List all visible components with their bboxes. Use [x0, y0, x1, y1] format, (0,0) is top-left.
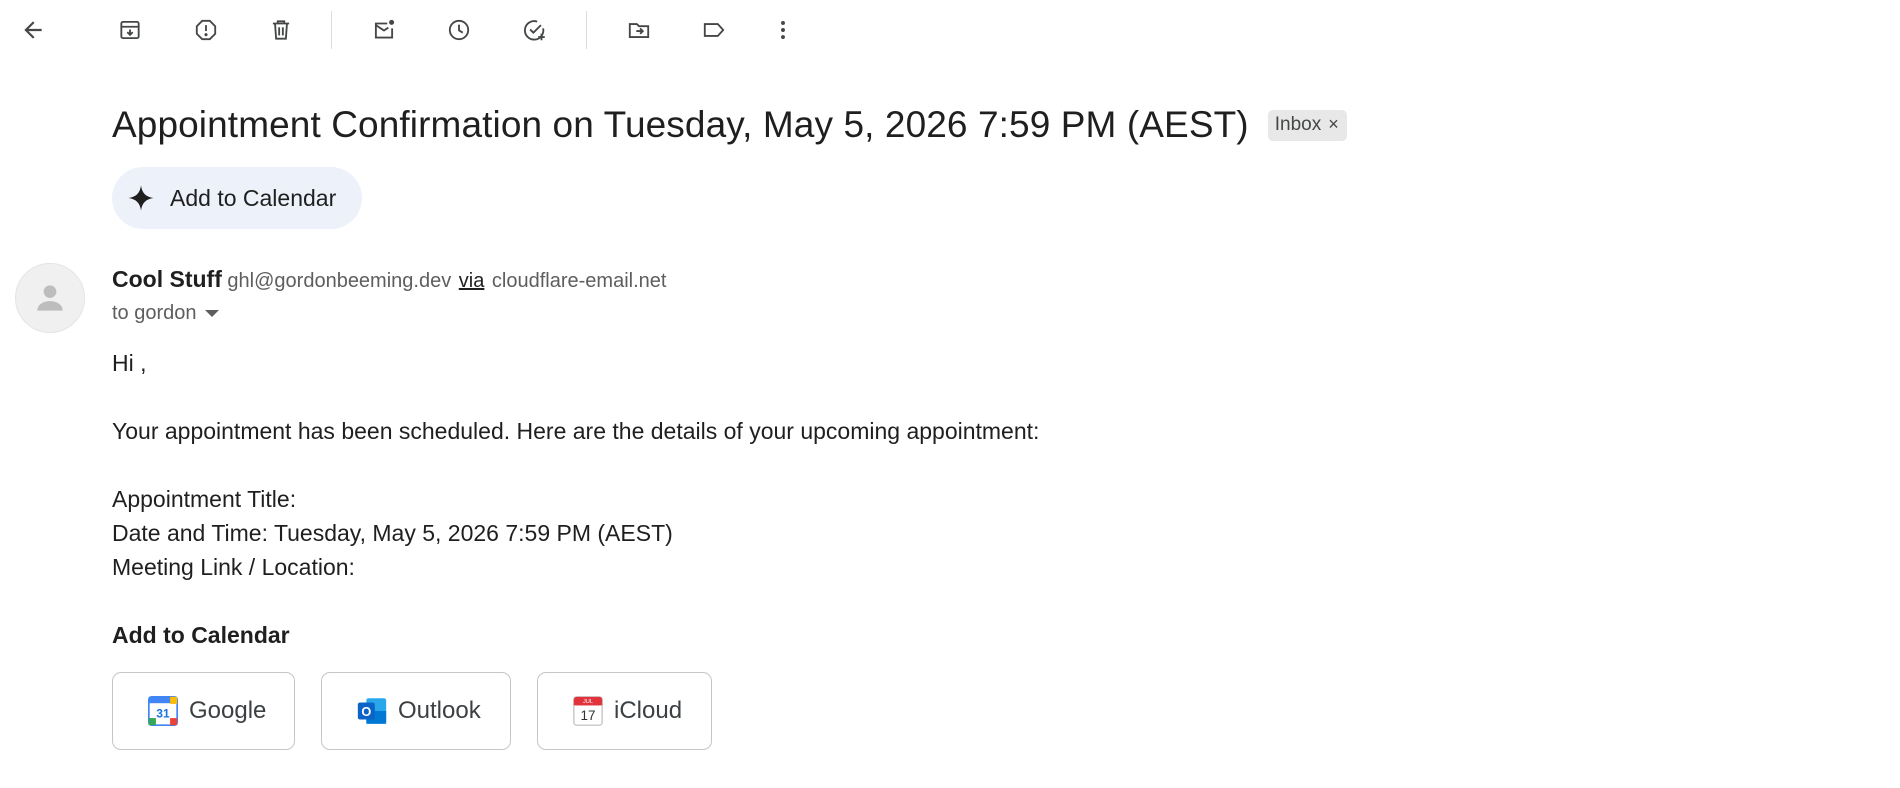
- add-to-calendar-smart-chip[interactable]: Add to Calendar: [112, 167, 363, 229]
- greeting: Hi ,: [112, 350, 147, 376]
- via-link[interactable]: via: [459, 270, 485, 292]
- google-calendar-button[interactable]: 31 Google: [112, 672, 295, 750]
- intro-text: Your appointment has been scheduled. Her…: [112, 418, 1040, 444]
- svg-text:O: O: [361, 704, 371, 719]
- person-icon: [37, 285, 63, 311]
- recipient-row: to gordon: [112, 302, 219, 325]
- google-calendar-label: Google: [189, 697, 267, 724]
- snooze-icon: [448, 19, 470, 41]
- chevron-down-icon[interactable]: [204, 310, 219, 317]
- inbox-label-chip[interactable]: Inbox ×: [1267, 109, 1347, 141]
- more-options-button[interactable]: [763, 10, 803, 50]
- appointment-location-line: Meeting Link / Location:: [112, 554, 355, 580]
- email-subject: Appointment Confirmation on Tuesday, May…: [112, 104, 1249, 145]
- label-button[interactable]: [694, 10, 734, 50]
- back-button[interactable]: [13, 10, 53, 50]
- archive-button[interactable]: [110, 10, 150, 50]
- sender-avatar[interactable]: [15, 263, 85, 333]
- add-to-tasks-icon: [524, 20, 545, 41]
- recipient-text: to gordon: [112, 302, 197, 324]
- delete-button[interactable]: [261, 10, 301, 50]
- smart-chip-label: Add to Calendar: [170, 184, 337, 211]
- email-toolbar: [0, 0, 1900, 60]
- label-icon: [703, 23, 725, 37]
- svg-text:17: 17: [581, 708, 596, 723]
- remove-label-icon[interactable]: ×: [1328, 114, 1339, 135]
- outlook-calendar-button[interactable]: O Outlook: [321, 672, 511, 750]
- sparkle-icon: [128, 185, 154, 211]
- report-spam-button[interactable]: [186, 10, 226, 50]
- outlook-calendar-label: Outlook: [398, 697, 481, 724]
- back-arrow-icon: [24, 21, 42, 39]
- toolbar-divider: [586, 11, 587, 49]
- more-vert-icon: [781, 21, 785, 39]
- via-domain: cloudflare-email.net: [491, 270, 667, 292]
- svg-text:JUL: JUL: [583, 699, 593, 705]
- inbox-label-text: Inbox: [1274, 113, 1322, 135]
- subject-row: Appointment Confirmation on Tuesday, May…: [112, 104, 1347, 146]
- svg-text:31: 31: [156, 706, 170, 720]
- add-to-tasks-button[interactable]: [515, 10, 555, 50]
- icloud-calendar-label: iCloud: [614, 697, 683, 724]
- outlook-icon: O: [357, 698, 387, 724]
- mark-unread-button[interactable]: [364, 10, 404, 50]
- mark-unread-icon: [374, 19, 395, 39]
- toolbar-divider: [331, 11, 332, 49]
- add-to-calendar-heading: Add to Calendar: [112, 622, 290, 648]
- report-spam-icon: [195, 19, 217, 41]
- icloud-calendar-icon: JUL 17: [573, 696, 603, 726]
- move-to-button[interactable]: [619, 10, 659, 50]
- delete-icon: [272, 20, 290, 40]
- sender-email: ghl@gordonbeeming.dev: [227, 270, 452, 292]
- sender-row: Cool Stuff ghl@gordonbeeming.dev via clo…: [112, 266, 666, 293]
- appointment-title-line: Appointment Title:: [112, 486, 297, 512]
- appointment-datetime-line: Date and Time: Tuesday, May 5, 2026 7:59…: [112, 520, 673, 546]
- icloud-calendar-button[interactable]: JUL 17 iCloud: [537, 672, 712, 750]
- sender-name[interactable]: Cool Stuff: [112, 266, 222, 292]
- archive-icon: [120, 20, 140, 40]
- google-calendar-icon: 31: [147, 695, 179, 727]
- email-body: Hi , Your appointment has been scheduled…: [112, 346, 1039, 652]
- snooze-button[interactable]: [439, 10, 479, 50]
- calendar-buttons: 31 Google O Outlook JUL 17 iCloud: [112, 672, 738, 750]
- move-to-icon: [628, 23, 650, 38]
